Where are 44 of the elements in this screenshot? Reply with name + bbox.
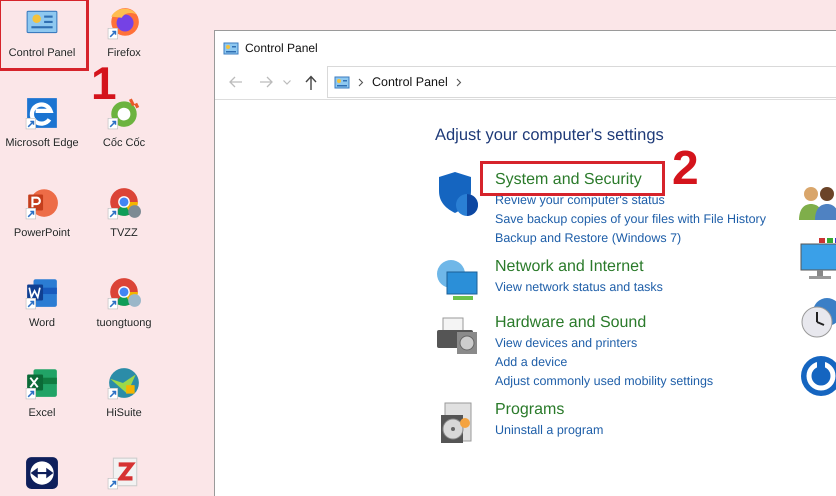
window-title: Control Panel — [245, 41, 318, 55]
task-link[interactable]: Save backup copies of your files with File History — [495, 210, 766, 229]
firefox-icon[interactable] — [107, 6, 141, 40]
address-bar[interactable]: Control Panel — [327, 66, 836, 98]
icon-label[interactable]: Excel — [28, 406, 56, 421]
icon-label[interactable]: Microsoft Edge — [5, 136, 79, 151]
accessibility-icon[interactable] — [799, 354, 836, 398]
presentation-icon[interactable] — [25, 186, 59, 220]
word-icon[interactable] — [25, 276, 59, 310]
task-link[interactable]: Adjust commonly used mobility settings — [495, 372, 714, 391]
remote-arrows-icon[interactable] — [25, 456, 59, 490]
control-panel-icon — [334, 74, 350, 90]
task-link[interactable]: Review your computer's status — [495, 191, 665, 210]
category-link[interactable]: Hardware and Sound — [495, 312, 646, 334]
breadcrumb[interactable]: Control Panel — [372, 75, 448, 89]
chrome-icon[interactable] — [107, 276, 141, 310]
step-number: 2 — [672, 145, 699, 193]
icon-label[interactable]: Cốc Cốc — [102, 136, 146, 151]
icon-label[interactable]: PowerPoint — [14, 226, 70, 241]
icon-label[interactable]: Control Panel — [8, 46, 76, 61]
monitor-icon[interactable] — [799, 236, 836, 282]
icon-label[interactable]: Word — [28, 316, 56, 331]
clock-globe-icon[interactable] — [799, 296, 836, 340]
icon-label[interactable]: Firefox — [107, 46, 141, 61]
icon-label[interactable]: HiSuite — [106, 406, 142, 421]
task-link[interactable]: View devices and printers — [495, 334, 638, 353]
icon-label[interactable]: TVZZ — [110, 226, 138, 241]
category-link[interactable]: Network and Internet — [495, 256, 644, 278]
chevron-icon[interactable] — [358, 78, 364, 86]
category-link[interactable]: Programs — [495, 399, 564, 421]
task-link[interactable]: View network status and tasks — [495, 278, 663, 297]
chrome-icon[interactable] — [107, 186, 141, 220]
task-link[interactable]: Add a device — [495, 353, 568, 372]
control-panel-icon — [223, 40, 239, 56]
chevron-icon[interactable] — [456, 78, 462, 86]
task-link[interactable]: Backup and Restore (Windows 7) — [495, 229, 682, 248]
task-link[interactable]: Uninstall a program — [495, 421, 604, 440]
category-link[interactable]: System and Security — [495, 169, 642, 191]
icon-label[interactable]: tuongtuong — [96, 316, 152, 331]
step-number: 1 — [91, 60, 117, 106]
page-heading: Adjust your computer's settings — [435, 126, 665, 145]
up-arrow-icon[interactable] — [305, 74, 317, 90]
spreadsheet-icon[interactable] — [25, 366, 59, 400]
app-icon[interactable] — [107, 366, 141, 400]
